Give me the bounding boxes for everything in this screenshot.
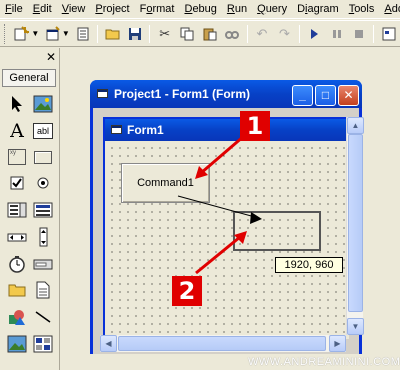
menu-item-tools[interactable]: Tools [344, 3, 380, 15]
vscrollbar-tool-icon[interactable] [31, 225, 55, 249]
annotation-badge-2: 2 [172, 276, 202, 306]
textbox-tool-icon[interactable]: abl [31, 119, 55, 143]
menu-item-file[interactable]: File [0, 3, 28, 15]
watermark-text: WWW.ANDREAMININI.COM [248, 356, 400, 368]
copy-icon[interactable] [177, 23, 198, 45]
start-icon[interactable] [304, 23, 325, 45]
menu-item-edit[interactable]: Edit [28, 3, 57, 15]
data-tool-icon[interactable] [31, 332, 55, 356]
horizontal-scroll-thumb[interactable] [118, 336, 326, 351]
menu-item-run[interactable]: Run [222, 3, 252, 15]
form1-title-bar[interactable]: Form1 [105, 119, 349, 141]
minimize-button[interactable]: _ [292, 85, 313, 106]
combobox-tool-icon[interactable] [5, 198, 29, 222]
menu-item-view[interactable]: View [57, 3, 91, 15]
filelistbox-tool-icon[interactable] [31, 278, 55, 302]
commandbutton-tool-icon[interactable] [31, 145, 55, 169]
toolbar-separator [298, 24, 300, 43]
line-tool-icon[interactable] [31, 305, 55, 329]
scroll-right-icon[interactable]: ▶ [329, 335, 346, 352]
toolbar-separator [246, 24, 248, 43]
vertical-scrollbar[interactable]: ▲ ▼ [346, 117, 364, 335]
frame-tool-label: xy [8, 149, 26, 165]
toolbar-grip[interactable] [4, 23, 7, 44]
stop-icon[interactable] [349, 23, 370, 45]
save-icon[interactable] [125, 23, 146, 45]
undo-icon[interactable]: ↶ [252, 23, 273, 45]
timer-tool-icon[interactable] [5, 252, 29, 276]
image-tool-icon[interactable] [5, 332, 29, 356]
annotation-badge-1: 1 [240, 111, 270, 141]
window-title-bar[interactable]: Project1 - Form1 (Form) _ □ ✕ [90, 80, 362, 108]
chevron-down-icon[interactable]: ▼ [31, 29, 39, 38]
redo-icon[interactable]: ↷ [274, 23, 295, 45]
find-icon[interactable] [222, 23, 243, 45]
window-title: Project1 - Form1 (Form) [114, 87, 251, 101]
project-form-window: Project1 - Form1 (Form) _ □ ✕ Form1 [90, 80, 362, 354]
checkbox-tool-icon[interactable] [5, 171, 29, 195]
horizontal-scrollbar[interactable]: ◀ ▶ [100, 335, 346, 352]
add-project-icon[interactable] [12, 23, 33, 45]
drivelistbox-tool-icon[interactable] [31, 252, 55, 276]
close-button[interactable]: ✕ [338, 85, 359, 106]
maximize-button[interactable]: □ [315, 85, 336, 106]
add-form-icon[interactable] [42, 23, 63, 45]
drag-selection-rectangle [233, 211, 321, 251]
hscrollbar-tool-icon[interactable] [5, 225, 29, 249]
optionbutton-tool-icon[interactable] [31, 171, 55, 195]
coordinate-tooltip: 1920, 960 [275, 257, 343, 273]
form-window-icon [97, 89, 108, 98]
listbox-tool-icon[interactable] [31, 198, 55, 222]
shape-tool-icon[interactable] [5, 305, 29, 329]
picturebox-tool-icon[interactable] [31, 92, 55, 116]
standard-toolbar: ▼ ▼ ✂ ↶ ↷ [0, 20, 400, 47]
frame-tool-icon[interactable]: xy [5, 145, 29, 169]
menu-item-format[interactable]: Format [135, 3, 180, 15]
open-folder-icon[interactable] [102, 23, 123, 45]
toolbar-separator [97, 24, 99, 43]
menu-item-debug[interactable]: Debug [179, 3, 221, 15]
close-icon[interactable]: ✕ [44, 50, 58, 64]
vertical-scroll-thumb[interactable] [348, 134, 363, 312]
cut-icon[interactable]: ✂ [154, 23, 175, 45]
menu-item-diagram[interactable]: Diagram [292, 3, 344, 15]
menu-bar: File Edit View Project Format Debug Run Query Di… [0, 0, 400, 19]
scroll-up-icon[interactable]: ▲ [347, 117, 364, 134]
toolbar-separator [373, 24, 375, 43]
pause-icon[interactable] [326, 23, 347, 45]
dirlistbox-tool-icon[interactable] [5, 278, 29, 302]
label-tool-icon[interactable]: A [5, 119, 29, 143]
toolbar-separator [149, 24, 151, 43]
pointer-tool-icon[interactable] [5, 92, 29, 116]
chevron-down-icon[interactable]: ▼ [62, 29, 70, 38]
menu-item-addi[interactable]: Add-I [379, 3, 400, 15]
form1-title: Form1 [127, 123, 164, 137]
menu-item-query[interactable]: Query [252, 3, 292, 15]
menu-item-project[interactable]: Project [90, 3, 134, 15]
menu-editor-icon[interactable] [73, 23, 94, 45]
textbox-tool-label: abl [33, 123, 53, 139]
paste-icon[interactable] [200, 23, 221, 45]
scroll-down-icon[interactable]: ▼ [347, 318, 364, 335]
form-icon [111, 125, 122, 134]
command1-button[interactable]: Command1 [121, 163, 210, 203]
project-explorer-icon[interactable] [378, 23, 399, 45]
scroll-left-icon[interactable]: ◀ [100, 335, 117, 352]
tab-general[interactable]: General [2, 69, 56, 87]
toolbox-panel: ✕ General A abl xy [0, 48, 60, 370]
